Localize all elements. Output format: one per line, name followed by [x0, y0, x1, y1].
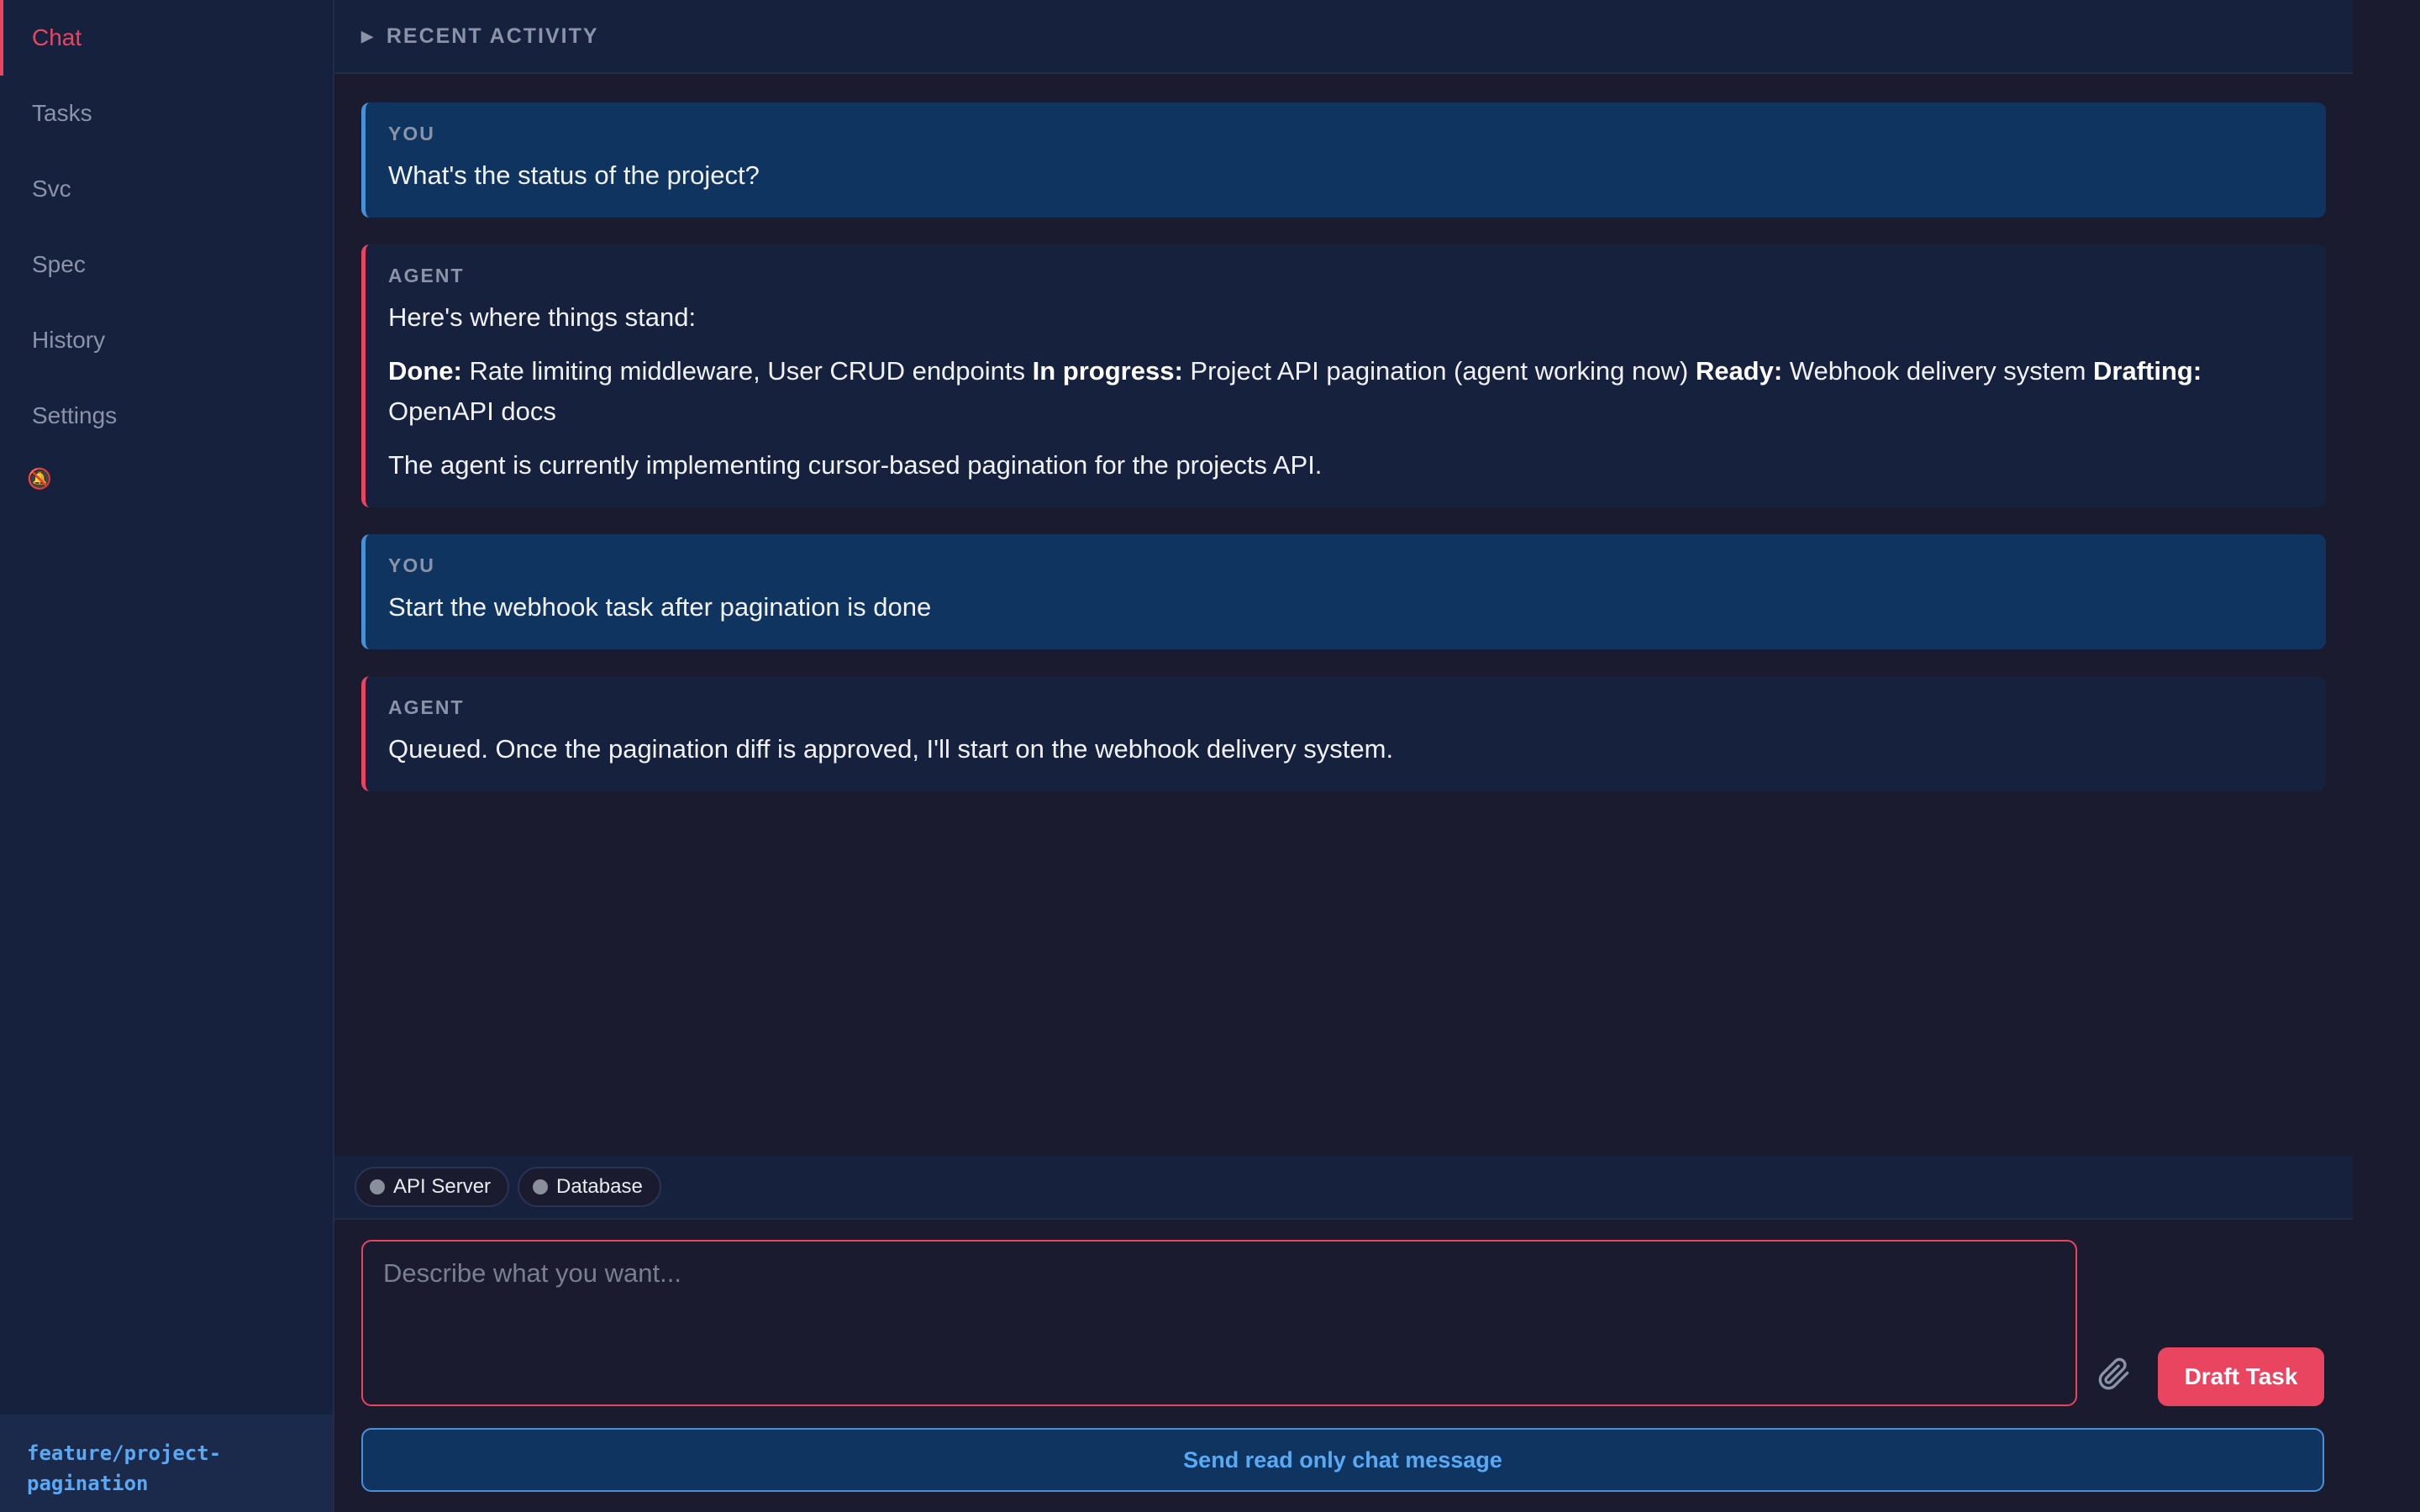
sidebar-item-svc[interactable]: Svc [0, 151, 333, 227]
draft-task-button[interactable]: Draft Task [2158, 1347, 2324, 1406]
paperclip-icon[interactable] [2097, 1357, 2131, 1391]
done-label: Done: [388, 356, 462, 386]
user-message: YOU What's the status of the project? [361, 102, 2326, 218]
service-label: Database [556, 1175, 643, 1198]
app: Chat Tasks Svc Spec History Settings 🔕 f… [0, 0, 2420, 1512]
caret-right-icon: ▶ [361, 27, 375, 45]
sidebar-item-history[interactable]: History [0, 302, 333, 378]
recent-activity-toggle[interactable]: ▶ RECENT ACTIVITY [334, 0, 2353, 74]
recent-activity-label: RECENT ACTIVITY [386, 24, 599, 48]
progress-label: In progress: [1032, 356, 1183, 386]
main-panel: ▶ RECENT ACTIVITY YOU What's the status … [334, 0, 2353, 1512]
sidebar-item-tasks[interactable]: Tasks [0, 76, 333, 151]
ready-text: Webhook delivery system [1782, 356, 2094, 386]
message-text: Start the webhook task after pagination … [388, 592, 932, 622]
composer: Draft Task [361, 1240, 2324, 1406]
message-role: YOU [388, 554, 435, 576]
sidebar-item-chat[interactable]: Chat [0, 0, 333, 76]
sidebar-item-spec[interactable]: Spec [0, 227, 333, 302]
message-role: AGENT [388, 265, 465, 286]
ready-label: Ready: [1695, 356, 1783, 386]
message-role: AGENT [388, 696, 465, 718]
message-role: YOU [388, 123, 435, 144]
message-text: Queued. Once the pagination diff is appr… [388, 734, 1394, 764]
chat-input[interactable] [361, 1240, 2077, 1406]
status-summary: Done: Rate limiting middleware, User CRU… [388, 351, 2301, 432]
sidebar: Chat Tasks Svc Spec History Settings 🔕 f… [0, 0, 334, 1512]
agent-message: AGENT Here's where things stand: Done: R… [361, 244, 2326, 507]
status-dot-icon [370, 1179, 385, 1194]
service-chip-database[interactable]: Database [518, 1167, 661, 1207]
message-outro: The agent is currently implementing curs… [388, 450, 1323, 480]
sidebar-item-settings[interactable]: Settings [0, 378, 333, 454]
branch-name: feature/project-pagination [0, 1415, 333, 1512]
service-chip-api-server[interactable]: API Server [355, 1167, 510, 1207]
message-list: YOU What's the status of the project? AG… [334, 74, 2353, 791]
bell-muted-icon[interactable]: 🔕 [0, 462, 333, 496]
service-label: API Server [393, 1175, 492, 1198]
service-bar: API Server Database [334, 1156, 2353, 1220]
done-text: Rate limiting middleware, User CRUD endp… [461, 356, 1033, 386]
drafting-text: OpenAPI docs [388, 396, 556, 426]
drafting-label: Drafting: [2093, 356, 2202, 386]
send-readonly-button[interactable]: Send read only chat message [361, 1428, 2324, 1492]
user-message: YOU Start the webhook task after paginat… [361, 534, 2326, 649]
message-text: What's the status of the project? [388, 160, 760, 190]
message-intro: Here's where things stand: [388, 302, 697, 332]
status-dot-icon [533, 1179, 549, 1194]
agent-message: AGENT Queued. Once the pagination diff i… [361, 676, 2326, 791]
progress-text: Project API pagination (agent working no… [1182, 356, 1696, 386]
